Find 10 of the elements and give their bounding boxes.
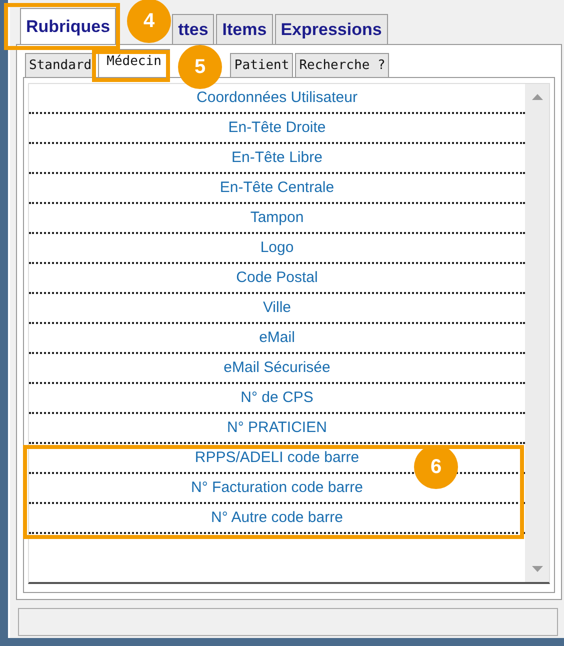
scrollbar[interactable]: [525, 84, 549, 582]
tab[interactable]: Patient: [230, 53, 294, 77]
scroll-down-icon[interactable]: [532, 566, 542, 572]
tab[interactable]: ttes: [172, 14, 214, 44]
step-number: 4: [127, 0, 171, 43]
tab[interactable]: Rubriques: [20, 8, 116, 44]
tab[interactable]: Recherche ?: [295, 53, 390, 77]
tab[interactable]: Items: [216, 14, 273, 44]
tab[interactable]: Expressions: [274, 14, 388, 44]
scroll-up-icon[interactable]: [532, 94, 542, 100]
